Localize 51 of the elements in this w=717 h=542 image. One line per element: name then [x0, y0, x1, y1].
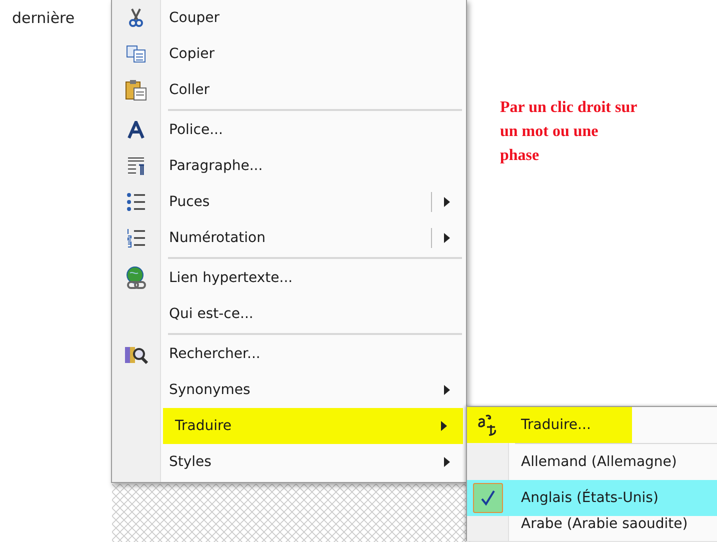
menu-item-label: Synonymes: [169, 382, 252, 398]
document-text: dernière: [12, 9, 75, 27]
copy-icon: [126, 45, 146, 63]
submenu-arrow-icon: [444, 385, 450, 395]
submenu-item[interactable]: Traduire...: [467, 407, 632, 443]
submenu-arrow-icon: [444, 457, 450, 467]
menu-item[interactable]: Puces: [112, 184, 466, 220]
numbered-list-icon: [126, 228, 146, 248]
bullet-list-icon: [126, 192, 146, 212]
font-icon: [127, 121, 145, 139]
submenu-arrow-icon: [444, 233, 450, 243]
menu-item[interactable]: Lien hypertexte...: [112, 260, 466, 296]
menu-item-label: Lien hypertexte...: [169, 270, 294, 286]
menu-item-label: Coller: [169, 82, 210, 98]
menu-item[interactable]: Copier: [112, 36, 466, 72]
submenu-item-label: Anglais (États-Unis): [521, 490, 658, 506]
menu-item[interactable]: Rechercher...: [112, 336, 466, 372]
menu-item-label: Paragraphe...: [169, 158, 264, 174]
menu-item-label: Copier: [169, 46, 216, 62]
menu-item-label: Qui est-ce...: [169, 306, 254, 322]
submenu-item-label: Arabe (Arabie saoudite): [521, 516, 688, 532]
clipboard-icon: [125, 79, 147, 101]
menu-item-label: Couper: [169, 10, 220, 26]
globe-link-icon: [125, 266, 147, 290]
menu-item[interactable]: Coller: [112, 72, 466, 108]
submenu-item[interactable]: Allemand (Allemagne): [467, 444, 717, 480]
submenu-item[interactable]: Anglais (États-Unis): [467, 480, 717, 516]
submenu-item-label: Traduire...: [521, 417, 591, 433]
paragraph-icon: [126, 156, 146, 176]
menu-item[interactable]: Numérotation: [112, 220, 466, 256]
menu-item-label: Traduire: [175, 418, 233, 434]
menu-item[interactable]: Styles: [112, 444, 466, 480]
menu-item[interactable]: Traduire: [163, 408, 463, 444]
annotation-text: Par un clic droit sur un mot ou une phase: [500, 98, 638, 166]
menu-item[interactable]: Paragraphe...: [112, 148, 466, 184]
scissors-icon: [128, 8, 144, 28]
menu-item[interactable]: Couper: [112, 0, 466, 36]
checkmark-icon: [472, 483, 502, 513]
menu-item[interactable]: Synonymes: [112, 372, 466, 408]
menu-item-label: Numérotation: [169, 230, 266, 246]
menu-item[interactable]: Qui est-ce...: [112, 296, 466, 332]
submenu-arrow-icon: [444, 197, 450, 207]
submenu-arrow-icon: [441, 421, 447, 431]
menu-item-label: Puces: [169, 194, 211, 210]
menu-item-label: Styles: [169, 454, 212, 470]
menu-item[interactable]: Police...: [112, 112, 466, 148]
menu-item-label: Police...: [169, 122, 224, 138]
translate-icon: [476, 414, 498, 436]
submenu-item[interactable]: Arabe (Arabie saoudite): [467, 516, 717, 541]
menu-item-label: Rechercher...: [169, 346, 262, 362]
submenu-item-label: Allemand (Allemagne): [521, 454, 677, 470]
